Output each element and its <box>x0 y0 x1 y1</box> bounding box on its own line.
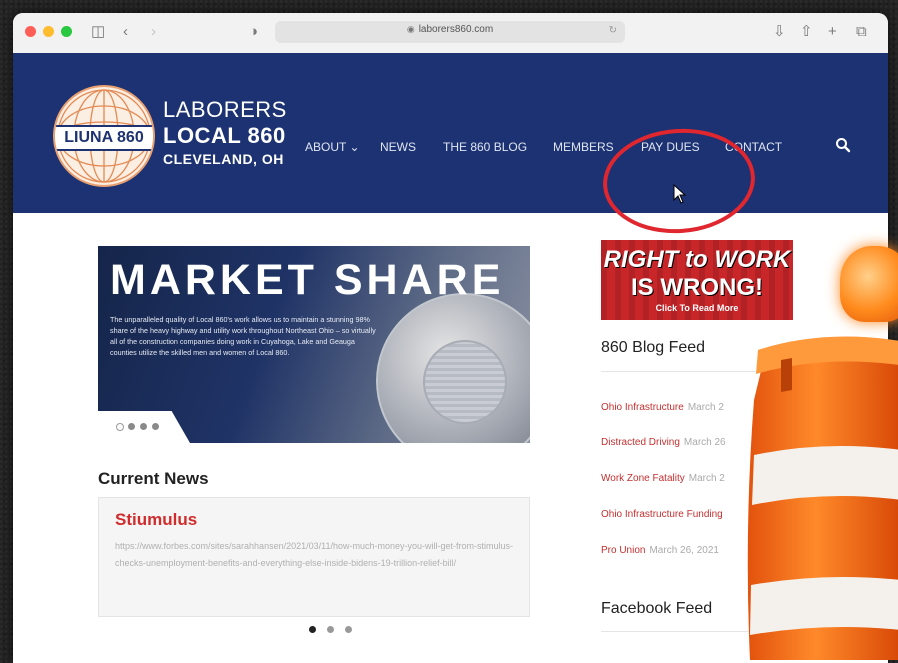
nav-about[interactable]: ABOUT ⌄ <box>305 140 360 154</box>
feed-item-title[interactable]: Work Zone Fatality <box>601 473 685 484</box>
news-pager-dot-3[interactable] <box>345 626 352 633</box>
slide-dot-4[interactable] <box>152 423 159 430</box>
feed-item[interactable]: Work Zone Fatality March 2 <box>601 473 725 484</box>
share-icon[interactable]: ⇧ <box>800 23 813 41</box>
feed-item-title[interactable]: Ohio Infrastructure Funding <box>601 509 723 520</box>
news-pager-dot-1[interactable] <box>309 626 316 633</box>
lock-icon: ◉ <box>406 24 415 34</box>
privacy-shield-icon[interactable]: ◑ <box>249 23 258 41</box>
liuna-globe-logo[interactable]: LIUNA 860 <box>53 85 155 187</box>
current-news-heading: Current News <box>98 469 209 488</box>
logo-text: LIUNA 860 <box>55 125 153 151</box>
news-post-title[interactable]: Stiumulus <box>115 510 197 530</box>
feed-item-title[interactable]: Distracted Driving <box>601 437 680 448</box>
slide-dot-1[interactable] <box>116 423 124 431</box>
reload-icon[interactable]: ↻ <box>609 25 617 36</box>
back-arrow-icon[interactable]: ‹ <box>123 23 128 41</box>
minimize-window-button[interactable] <box>43 26 54 37</box>
address-text: laborers860.com <box>418 24 494 35</box>
hero-body: The unparalleled quality of Local 860's … <box>110 315 376 357</box>
forward-arrow-icon[interactable]: › <box>151 23 156 41</box>
banner-line-1: RIGHT to WORK <box>603 246 791 273</box>
feed-item-date: March 26, 2021 <box>649 545 719 556</box>
close-window-button[interactable] <box>25 26 36 37</box>
sidebar-toggle-icon[interactable]: ◫ <box>91 23 105 41</box>
slide-dot-3[interactable] <box>140 423 147 430</box>
feed-item[interactable]: Distracted Driving March 26 <box>601 437 726 448</box>
blog-feed-heading: 860 Blog Feed <box>601 339 706 356</box>
feed-item-date: March 2 <box>687 402 724 413</box>
construction-barrel-image <box>747 336 898 660</box>
brand-line-laborers[interactable]: LABORERS <box>163 97 287 123</box>
union-coin-image <box>376 293 530 443</box>
banner-cta: Click To Read More <box>655 303 739 313</box>
download-icon[interactable]: ⇩ <box>773 23 786 41</box>
slider-dots-panel <box>98 411 190 443</box>
nav-members[interactable]: MEMBERS <box>553 140 614 154</box>
browser-toolbar: ◫ ‹ › ◑ ◉ laborers860.com ↻ ⇩ ⇧ + ⧉ <box>13 13 888 54</box>
nav-news[interactable]: NEWS <box>380 140 416 154</box>
tab-overview-icon[interactable]: ⧉ <box>856 23 867 41</box>
feed-item-title[interactable]: Pro Union <box>601 545 645 556</box>
brand-line-city[interactable]: CLEVELAND, OH <box>163 151 284 167</box>
feed-item-date: March 2 <box>688 473 725 484</box>
news-pager-dot-2[interactable] <box>327 626 334 633</box>
nav-blog[interactable]: THE 860 BLOG <box>443 140 527 154</box>
feed-item[interactable]: Ohio Infrastructure Funding <box>601 509 727 520</box>
news-card[interactable]: Stiumulus https://www.forbes.com/sites/s… <box>98 497 530 617</box>
feed-item-date: March 26 <box>683 437 726 448</box>
hero-title: MARKET SHARE <box>110 256 505 304</box>
feed-item[interactable]: Pro Union March 26, 2021 <box>601 545 719 556</box>
feed-item-title[interactable]: Ohio Infrastructure <box>601 402 684 413</box>
site-header: LIUNA 860 LABORERS LOCAL 860 CLEVELAND, … <box>13 53 888 239</box>
barrel-lamp-image <box>840 246 898 322</box>
zoom-window-button[interactable] <box>61 26 72 37</box>
new-tab-icon[interactable]: + <box>828 23 837 41</box>
brand-line-local[interactable]: LOCAL 860 <box>163 123 286 149</box>
mouse-cursor-icon <box>673 184 687 204</box>
slide-dot-2[interactable] <box>128 423 135 430</box>
search-icon[interactable] <box>835 137 851 153</box>
banner-line-2: IS WRONG! <box>631 274 763 301</box>
facebook-feed-heading: Facebook Feed <box>601 600 713 617</box>
right-to-work-banner[interactable]: RIGHT to WORK IS WRONG! Click To Read Mo… <box>601 240 793 320</box>
news-post-url[interactable]: https://www.forbes.com/sites/sarahhansen… <box>115 538 515 572</box>
address-bar[interactable]: ◉ laborers860.com ↻ <box>275 21 625 43</box>
hero-slider[interactable]: MARKET SHARE The unparalleled quality of… <box>98 246 530 443</box>
feed-item[interactable]: Ohio Infrastructure March 2 <box>601 402 724 413</box>
